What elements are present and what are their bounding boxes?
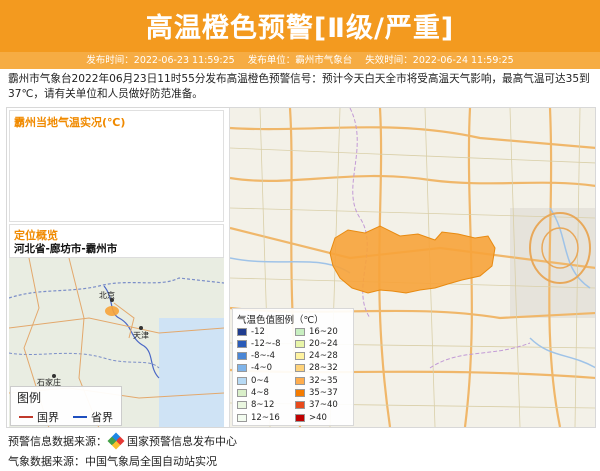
legend-label: 24~28 xyxy=(309,351,338,362)
legend-label: 12~16 xyxy=(251,412,280,423)
expire-time: 失效时间：2022-06-24 11:59:25 xyxy=(365,55,514,66)
warning-title: 高温橙色预警[Ⅱ级/严重] xyxy=(145,13,455,44)
warning-description: 霸州市气象台2022年06月23日11时55分发布高温橙色预警信号：预计今天白天… xyxy=(8,73,590,100)
legend-item: -12~-8 xyxy=(237,338,280,349)
legend-label: 37~40 xyxy=(309,400,338,411)
legend-item: 0~4 xyxy=(237,375,269,386)
legend-item: >40 xyxy=(295,412,327,423)
legend-national-border: 国界 xyxy=(19,409,59,425)
legend-item: 24~28 xyxy=(295,351,338,362)
legend-swatch xyxy=(237,389,247,397)
warning-center-logo-icon xyxy=(107,432,125,450)
legend-item: -8~-4 xyxy=(237,351,275,362)
legend-swatch xyxy=(237,339,247,348)
legend-label: 8~12 xyxy=(251,400,275,411)
legend-swatch xyxy=(295,364,305,373)
map-label-tianjin: 天津 xyxy=(133,330,149,340)
legend-swatch xyxy=(295,376,305,385)
legend-item: 8~12 xyxy=(237,400,274,411)
legend-swatch xyxy=(237,376,247,385)
location-place: 河北省-廊坊市-霸州市 xyxy=(14,243,118,255)
legend-label: >40 xyxy=(309,412,327,423)
warning-meta-bar: 发布时间：2022-06-23 11:59:25 发布单位：霸州市气象台 失效时… xyxy=(0,52,600,69)
legend-swatch xyxy=(237,327,247,336)
legend-province-border: 省界 xyxy=(73,409,113,425)
legend-item: 37~40 xyxy=(295,400,338,411)
legend-label: -12~-8 xyxy=(251,338,281,349)
legend-item: 4~8 xyxy=(237,388,269,399)
overview-legend-title: 图例 xyxy=(17,391,42,405)
legend-swatch xyxy=(295,389,305,397)
legend-label: 20~24 xyxy=(309,338,338,349)
legend-swatch xyxy=(237,413,247,422)
warning-source: 预警信息数据来源： 国家预警信息发布中心 xyxy=(8,432,237,450)
legend-item: -12 xyxy=(237,326,265,337)
legend-swatch xyxy=(295,327,305,336)
legend-label: 32~35 xyxy=(309,375,338,386)
overview-map-legend: 图例 国界 省界 xyxy=(10,386,122,426)
legend-swatch xyxy=(295,401,305,410)
legend-swatch xyxy=(237,352,247,361)
temperature-legend: 气温色值图例（℃） -12 16~20 -12~-8 20~24 -8~-4 24~28 -… xyxy=(232,308,354,426)
legend-item: 20~24 xyxy=(295,338,338,349)
legend-swatch xyxy=(295,413,305,422)
publish-unit: 发布单位：霸州市气象台 xyxy=(247,55,353,66)
national-border-line-icon xyxy=(19,416,33,418)
legend-item: 16~20 xyxy=(295,326,338,337)
legend-item: 12~16 xyxy=(237,412,280,423)
weather-data-source: 气象数据来源：中国气象局全国自动站实况 xyxy=(8,455,217,468)
legend-label: 4~8 xyxy=(251,388,269,398)
legend-swatch xyxy=(237,364,247,373)
province-border-line-icon xyxy=(73,416,87,418)
warning-source-value[interactable]: 国家预警信息发布中心 xyxy=(127,433,237,449)
legend-swatch xyxy=(295,339,305,348)
legend-item: 35~37 xyxy=(295,388,338,399)
legend-item: 32~35 xyxy=(295,375,338,386)
legend-label: -4~0 xyxy=(251,363,273,374)
legend-item: -4~0 xyxy=(237,363,272,374)
legend-swatch xyxy=(237,401,247,410)
temperature-panel: 霸州当地气温实况(℃) xyxy=(9,110,224,222)
legend-label: 16~20 xyxy=(309,326,338,337)
legend-swatch xyxy=(295,352,305,361)
map-label-beijing: 北京 xyxy=(99,290,115,300)
publish-time: 发布时间：2022-06-23 11:59:25 xyxy=(86,55,235,66)
legend-label: -8~-4 xyxy=(251,351,276,362)
legend-item: 28~32 xyxy=(295,363,338,374)
legend-label: 35~37 xyxy=(309,388,338,398)
temperature-legend-title: 气温色值图例（℃） xyxy=(237,315,324,326)
warning-source-label: 预警信息数据来源： xyxy=(8,435,107,448)
location-panel: 定位概览 河北省-廊坊市-霸州市 xyxy=(9,224,224,257)
warning-banner: 高温橙色预警[Ⅱ级/严重] xyxy=(0,0,600,52)
legend-label: -12 xyxy=(251,326,265,337)
temperature-panel-title: 霸州当地气温实况(℃) xyxy=(14,116,126,129)
legend-label: 0~4 xyxy=(251,375,269,386)
legend-label: 28~32 xyxy=(309,363,338,374)
